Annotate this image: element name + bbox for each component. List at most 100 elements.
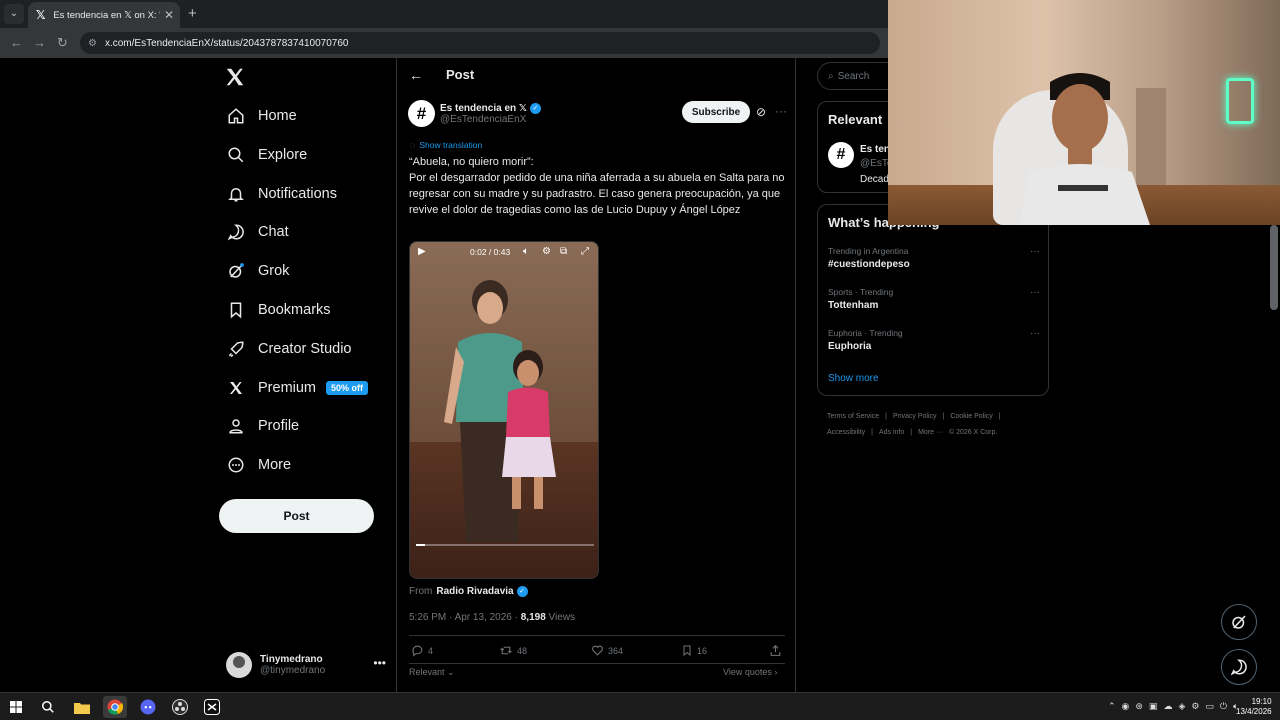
reload-icon[interactable]: ↻ (57, 35, 68, 51)
tab-close-icon[interactable]: ✕ (164, 8, 174, 22)
view-quotes-text: View quotes (723, 667, 772, 677)
account-name: Tinymedrano (260, 654, 323, 665)
volume-icon[interactable]: 🔈︎ (523, 246, 529, 257)
subscribe-button[interactable]: Subscribe (682, 101, 750, 123)
nav-profile[interactable]: Profile (226, 411, 299, 441)
whats-happening-panel: What’s happening Trending in Argentina #… (817, 204, 1049, 396)
chat-icon (226, 222, 246, 242)
post-timestamp[interactable]: 5:26 PM · Apr 13, 2026 · (409, 612, 521, 623)
nav-home[interactable]: Home (226, 101, 297, 131)
grok-icon[interactable]: ⊘ (756, 105, 766, 119)
capcut-icon[interactable] (200, 696, 224, 718)
chevron-right-icon: › (774, 667, 778, 677)
nav-explore[interactable]: Explore (226, 140, 307, 170)
like-button[interactable]: 364 (591, 644, 623, 657)
footer-link[interactable]: More ··· (918, 429, 943, 436)
nav-grok[interactable]: Grok (226, 256, 289, 286)
webcam-overlay (888, 0, 1280, 225)
new-tab-icon[interactable]: + (188, 5, 197, 22)
relevant-description: Decad (860, 174, 889, 185)
show-more-link[interactable]: Show more (828, 373, 879, 384)
account-handle: @tinymedrano (260, 665, 326, 676)
discord-icon[interactable] (136, 696, 160, 718)
site-info-icon[interactable]: ⚙ (88, 38, 97, 49)
post-text-line1: “Abuela, no quiero morir”: (409, 156, 534, 168)
divider (409, 663, 785, 664)
system-tray-icons[interactable]: ⌃◉⊛▣☁◈⚙▭⏻🔈︎ (1108, 701, 1244, 712)
webcam-person (1020, 73, 1150, 225)
author-avatar[interactable]: # (408, 100, 435, 127)
more-dots-icon[interactable]: ••• (373, 656, 386, 670)
forward-icon[interactable]: → (33, 35, 46, 50)
page-title: Post (446, 67, 475, 82)
author-handle[interactable]: @EsTendenciaEnX (440, 114, 541, 125)
taskbar-search-icon[interactable] (36, 696, 60, 718)
url-text: x.com/EsTendenciaEnX/status/204378783741… (104, 37, 349, 49)
nav-label: Grok (258, 263, 290, 279)
nav-chat[interactable]: Chat (226, 217, 289, 247)
verified-icon: ✓ (529, 102, 541, 114)
nav-bookmarks[interactable]: Bookmarks (226, 295, 331, 325)
settings-icon[interactable]: ⚙ (542, 246, 551, 257)
reply-button[interactable]: 4 (411, 644, 433, 657)
back-icon[interactable]: ← (10, 35, 23, 50)
footer-link[interactable]: Privacy Policy (893, 413, 937, 420)
relevant-avatar[interactable]: # (828, 142, 854, 168)
nav-more[interactable]: More (226, 450, 291, 480)
post-text: “Abuela, no quiero morir”: Por el desgar… (409, 154, 791, 218)
more-dots-icon[interactable]: ··· (1030, 328, 1040, 339)
source-name[interactable]: Radio Rivadavia (436, 586, 513, 597)
page-scrollbar[interactable] (1270, 225, 1278, 310)
pip-icon[interactable]: ⧉ (560, 246, 567, 257)
nav-premium[interactable]: Premium 50% off (226, 373, 369, 403)
taskbar-clock[interactable]: 19:10 13/4/2026 (1236, 697, 1272, 717)
url-field[interactable]: ⚙ x.com/EsTendenciaEnX/status/2043787837… (80, 32, 880, 54)
trend-context: Trending in Argentina (828, 246, 909, 256)
view-quotes-link[interactable]: View quotes › (723, 667, 777, 677)
tab-search-button[interactable]: ⌄ (4, 4, 24, 24)
trend-item[interactable]: Trending in Argentina #cuestiondepeso ··… (828, 246, 1040, 270)
nav-notifications[interactable]: Notifications (226, 179, 337, 209)
bookmark-button[interactable]: 16 (681, 644, 707, 657)
video-player[interactable]: ▶ 0:02 / 0:43 🔈︎ ⚙ ⧉ ⤢ (409, 241, 599, 579)
chrome-icon[interactable] (103, 696, 127, 718)
x-logo-icon[interactable] (224, 66, 246, 88)
footer-link[interactable]: Terms of Service (827, 413, 879, 420)
file-explorer-icon[interactable] (70, 696, 94, 718)
repost-count: 48 (517, 645, 528, 656)
nav-creator-studio[interactable]: Creator Studio (226, 334, 352, 364)
footer-link[interactable]: Accessibility (827, 429, 865, 436)
show-translation-link[interactable]: ◌ Show translation (410, 140, 482, 150)
windows-start-icon[interactable] (4, 696, 28, 718)
trend-item[interactable]: Sports · Trending Tottenham ··· (828, 287, 1040, 311)
premium-badge: 50% off (326, 381, 369, 395)
nav-label: Notifications (258, 186, 337, 202)
more-dots-icon[interactable]: ··· (1030, 287, 1040, 298)
post-button[interactable]: Post (219, 499, 374, 533)
replies-sort-dropdown[interactable]: Relevant ⌄ (409, 667, 455, 678)
browser-tab[interactable]: 𝕏 Es tendencia en 𝕏 on X: ""Abuela ✕ (28, 2, 180, 28)
account-switcher[interactable]: Tinymedrano @tinymedrano ••• (226, 648, 386, 682)
share-button[interactable] (769, 644, 786, 657)
post-header: ← Post (397, 58, 797, 94)
more-dots-icon[interactable]: ··· (1030, 246, 1040, 257)
trend-item[interactable]: Euphoria · Trending Euphoria ··· (828, 328, 1040, 352)
chevron-down-icon: ⌄ (447, 667, 455, 677)
relevant-name[interactable]: Es ten (860, 144, 890, 155)
webcam-neon-sign (1226, 78, 1254, 124)
obs-icon[interactable] (168, 696, 192, 718)
video-progress-bar[interactable] (416, 544, 594, 546)
grok-fab[interactable] (1221, 604, 1257, 640)
nav-label: Profile (258, 418, 300, 434)
fullscreen-icon[interactable]: ⤢ (581, 246, 589, 257)
chat-fab[interactable] (1221, 649, 1257, 685)
repost-button[interactable]: 48 (499, 644, 527, 657)
footer-link[interactable]: Cookie Policy (950, 413, 992, 420)
author-name[interactable]: Es tendencia en 𝕏 (440, 103, 527, 114)
play-icon[interactable]: ▶ (418, 246, 426, 257)
footer-link[interactable]: Ads info (879, 429, 904, 436)
back-arrow-icon[interactable]: ← (409, 67, 423, 83)
views-label: Views (545, 612, 576, 623)
post-author[interactable]: # Es tendencia en 𝕏 ✓ @EsTendenciaEnX (408, 100, 541, 127)
more-dots-icon[interactable]: ··· (775, 104, 787, 118)
